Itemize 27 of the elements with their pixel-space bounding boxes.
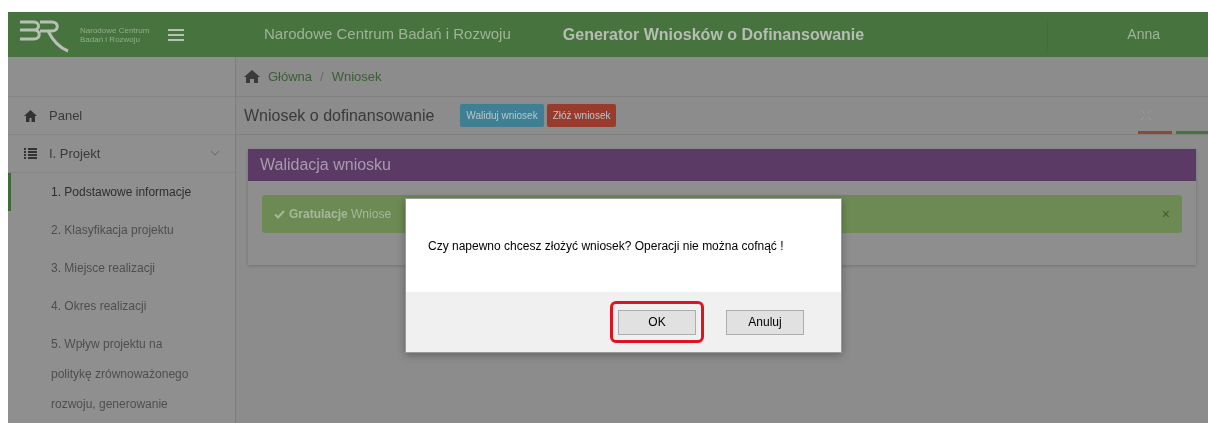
dialog-button[interactable]: OK bbox=[618, 309, 696, 335]
dialog-button[interactable]: Anuluj bbox=[726, 309, 804, 335]
sidebar-subitem[interactable]: 4. Okres realizacji bbox=[8, 287, 235, 325]
sidebar-subitem[interactable]: 5. Wpływ projektu na politykę zrównoważonego rozwoju, generowanie bbox=[8, 325, 235, 423]
sidebar-subitem[interactable]: 1. Podstawowe informacje bbox=[8, 173, 235, 211]
page-title: Wniosek o dofinansowanie bbox=[244, 105, 435, 126]
sidebar-item[interactable]: I. Projekt bbox=[8, 135, 235, 173]
home-icon bbox=[244, 70, 260, 83]
home-icon bbox=[24, 109, 37, 122]
sidebar-item[interactable]: Panel bbox=[8, 97, 235, 135]
menu-icon[interactable] bbox=[168, 28, 184, 41]
user-name[interactable]: Anna bbox=[1127, 24, 1160, 45]
alert-text: Gratulacje Wniose bbox=[289, 206, 392, 223]
sidebar-subitem[interactable]: 3. Miejsce realizacji bbox=[8, 249, 235, 287]
breadcrumb-link[interactable]: Główna bbox=[268, 66, 313, 87]
breadcrumb-link[interactable]: Wniosek bbox=[331, 66, 382, 87]
org-name: Narodowe Centrum Badań i Rozwoju bbox=[264, 24, 511, 45]
list-icon bbox=[24, 148, 37, 159]
panel-title: Walidacja wniosku bbox=[248, 149, 1196, 181]
dialog-message: Czy napewno chcesz złożyć wniosek? Operacji nie można cofnąć ! bbox=[428, 237, 784, 255]
action-button[interactable]: Złóż wniosek bbox=[546, 104, 617, 127]
close-button[interactable]: × bbox=[1161, 203, 1170, 225]
action-button[interactable]: Waliduj wniosek bbox=[460, 104, 544, 127]
app-title: Generator Wniosków o Dofinansowanie bbox=[562, 24, 865, 45]
breadcrumb-separator: / bbox=[320, 67, 324, 86]
sidebar-subitem[interactable]: 2. Klasyfikacja projektu bbox=[8, 211, 235, 249]
check-icon bbox=[274, 209, 285, 219]
